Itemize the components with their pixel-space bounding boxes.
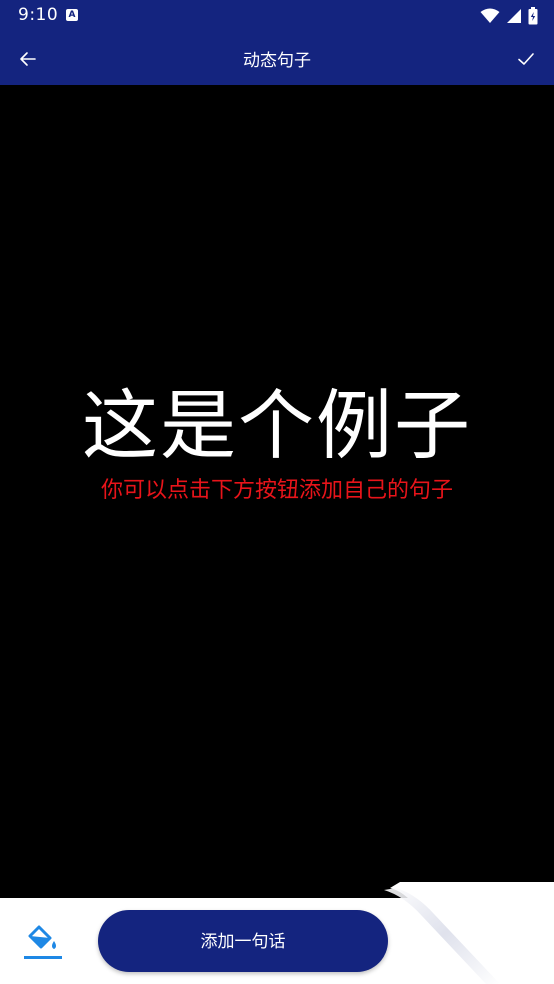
page-title: 动态句子	[243, 51, 311, 71]
screen: 9:10 A 动态句子 这是个例子 你可以点击下方按钮添加自己的句子 添加一句话	[0, 0, 554, 984]
confirm-button[interactable]	[510, 43, 542, 75]
notification-icon: A	[66, 9, 78, 21]
main-sentence[interactable]: 这是个例子	[0, 381, 554, 471]
sentence-canvas[interactable]: 这是个例子 你可以点击下方按钮添加自己的句子	[0, 85, 554, 898]
sub-sentence[interactable]: 你可以点击下方按钮添加自己的句子	[0, 477, 554, 505]
status-time: 9:10	[18, 5, 59, 25]
paint-button[interactable]	[20, 918, 66, 964]
battery-icon	[528, 7, 538, 25]
swipe-decoration	[384, 882, 554, 984]
paint-bucket-icon	[24, 925, 62, 959]
status-indicators	[480, 6, 538, 26]
app-bar: 动态句子	[0, 32, 554, 85]
signal-icon	[507, 9, 521, 23]
check-icon	[518, 53, 534, 65]
add-sentence-button[interactable]: 添加一句话	[98, 910, 388, 972]
wifi-icon	[480, 8, 500, 23]
status-bar: 9:10 A	[0, 0, 554, 32]
